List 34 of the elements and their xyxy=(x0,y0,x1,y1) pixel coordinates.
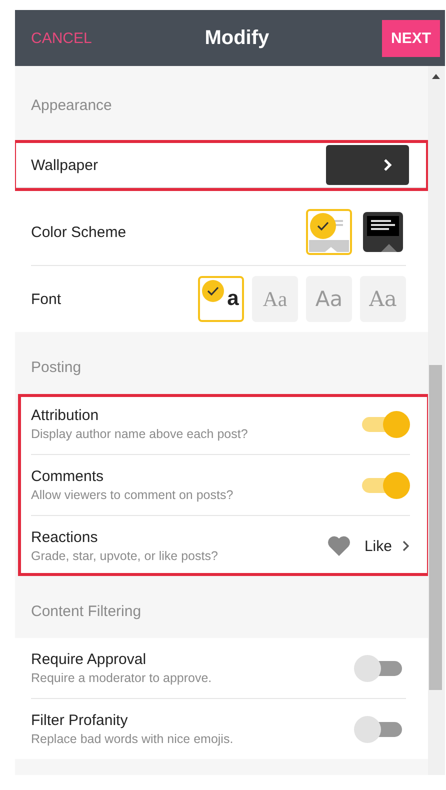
section-heading: Content Filtering xyxy=(31,603,142,620)
setting-label: Reactions xyxy=(31,529,99,546)
setting-label: Color Scheme xyxy=(31,224,126,240)
section-heading: Appearance xyxy=(31,97,112,114)
light-scheme-option[interactable] xyxy=(306,209,352,255)
section-heading: Posting xyxy=(31,359,82,376)
setting-label: Filter Profanity xyxy=(31,712,129,729)
reaction-selector[interactable]: Like xyxy=(364,538,410,554)
screen-title: Modify xyxy=(204,26,270,50)
font-option[interactable]: Aa xyxy=(306,276,352,322)
chevron-right-icon xyxy=(383,158,393,172)
scrollbar[interactable] xyxy=(428,66,445,775)
setting-label: Wallpaper xyxy=(31,156,98,174)
cancel-button[interactable]: CANCEL xyxy=(31,30,92,46)
setting-label: Comments xyxy=(31,468,105,485)
setting-description: Display author name above each post? xyxy=(31,427,248,441)
setting-label: Attribution xyxy=(31,407,100,424)
font-option[interactable]: Aa xyxy=(252,276,298,322)
setting-label: Font xyxy=(31,290,62,308)
setting-description: Replace bad words with nice emojis. xyxy=(31,732,234,746)
font-option[interactable]: Aa xyxy=(360,276,406,322)
wallpaper-button[interactable] xyxy=(326,145,409,185)
setting-label: Require Approval xyxy=(31,651,148,668)
setting-description: Grade, star, upvote, or like posts? xyxy=(31,549,218,563)
scrollbar-thumb[interactable] xyxy=(429,365,442,690)
font-option[interactable]: a xyxy=(198,276,244,322)
heart-icon xyxy=(326,535,352,557)
dark-scheme-option[interactable] xyxy=(360,209,406,255)
scroll-up-icon[interactable] xyxy=(432,74,440,79)
setting-description: Require a moderator to approve. xyxy=(31,671,212,685)
setting-description: Allow viewers to comment on posts? xyxy=(31,488,234,502)
chevron-right-icon xyxy=(402,540,410,552)
check-icon xyxy=(202,280,224,302)
next-button[interactable]: NEXT xyxy=(382,20,440,56)
